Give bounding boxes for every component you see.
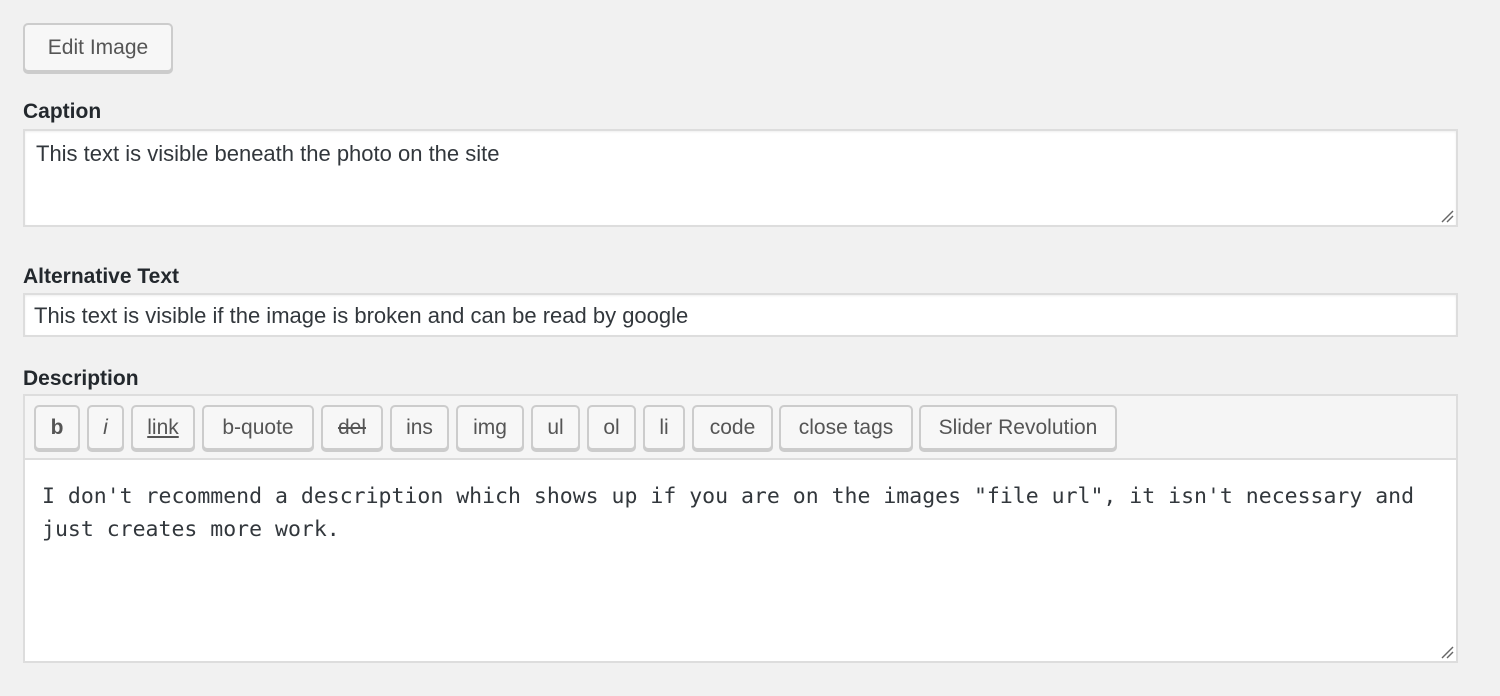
quicktags-toolbar: b i link b-quote del ins img ul ol li co… (25, 396, 1456, 460)
qt-slider-revolution-button[interactable]: Slider Revolution (919, 405, 1117, 450)
resize-grip-icon[interactable] (1440, 645, 1454, 659)
qt-italic-button[interactable]: i (87, 405, 124, 450)
alt-text-label: Alternative Text (23, 265, 179, 288)
qt-link-button[interactable]: link (131, 405, 195, 450)
description-label: Description (23, 367, 139, 390)
qt-close-tags-button[interactable]: close tags (779, 405, 913, 450)
qt-del-button[interactable]: del (321, 405, 383, 450)
qt-ul-button[interactable]: ul (531, 405, 580, 450)
qt-ol-button[interactable]: ol (587, 405, 636, 450)
alt-text-input[interactable]: This text is visible if the image is bro… (23, 293, 1458, 337)
resize-grip-icon[interactable] (1440, 209, 1454, 223)
caption-textarea[interactable]: This text is visible beneath the photo o… (23, 129, 1458, 227)
qt-ins-button[interactable]: ins (390, 405, 449, 450)
caption-label: Caption (23, 100, 102, 123)
description-editor: b i link b-quote del ins img ul ol li co… (23, 394, 1458, 663)
qt-code-button[interactable]: code (692, 405, 773, 450)
edit-image-button[interactable]: Edit Image (23, 23, 173, 72)
description-textarea[interactable]: I don't recommend a description which sh… (25, 460, 1456, 661)
qt-blockquote-button[interactable]: b-quote (202, 405, 314, 450)
qt-img-button[interactable]: img (456, 405, 524, 450)
alt-text-value: This text is visible if the image is bro… (34, 303, 689, 328)
qt-bold-button[interactable]: b (34, 405, 80, 450)
attachment-details-panel: Edit Image Caption This text is visible … (0, 0, 1500, 696)
caption-value: This text is visible beneath the photo o… (36, 141, 500, 166)
qt-li-button[interactable]: li (643, 405, 685, 450)
